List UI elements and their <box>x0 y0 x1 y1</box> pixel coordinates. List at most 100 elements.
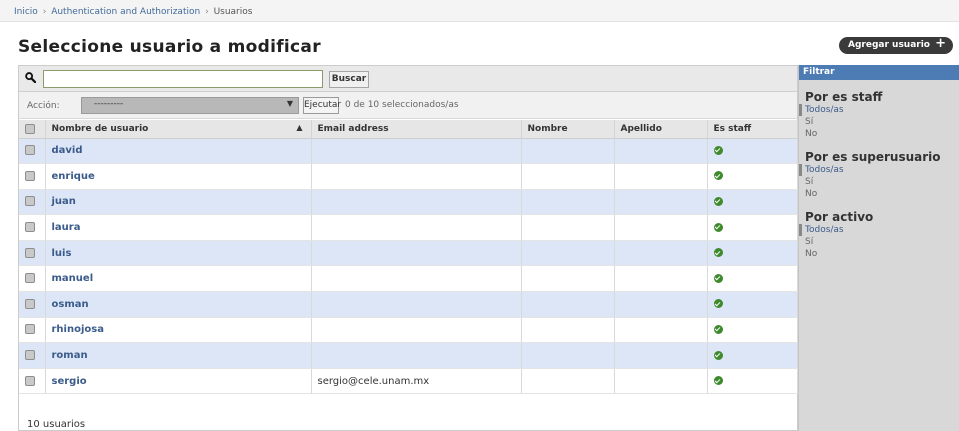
table-row: david <box>19 138 798 165</box>
filter-option-yes[interactable]: Sí <box>805 176 959 188</box>
first-name-cell <box>521 138 615 165</box>
plus-icon: + <box>935 36 946 51</box>
username-link[interactable]: manuel <box>45 265 312 293</box>
filter-group-superuser: Por es superusuario Todos/as Sí No <box>799 150 959 200</box>
filter-option-no[interactable]: No <box>805 188 959 200</box>
row-checkbox[interactable] <box>25 298 35 309</box>
first-name-cell <box>521 317 615 344</box>
email-cell <box>311 240 522 267</box>
row-select-cell <box>19 317 46 344</box>
row-checkbox[interactable] <box>25 247 35 258</box>
filter-option-no[interactable]: No <box>805 248 959 260</box>
check-icon <box>713 248 723 258</box>
last-name-cell <box>614 138 708 165</box>
breadcrumb-app-link[interactable]: Authentication and Authorization <box>51 7 200 17</box>
row-select-cell <box>19 240 46 267</box>
first-name-cell <box>521 214 615 241</box>
is-staff-cell <box>707 163 798 190</box>
email-cell <box>311 138 522 165</box>
username-link[interactable]: roman <box>45 342 312 369</box>
changelist: Buscar Acción: --------- ▼ Ejecutar 0 de… <box>18 65 798 431</box>
search-button[interactable]: Buscar <box>329 71 369 88</box>
username-link[interactable]: enrique <box>45 163 312 190</box>
username-link[interactable]: rhinojosa <box>45 317 312 344</box>
check-icon <box>713 222 723 232</box>
row-checkbox[interactable] <box>25 170 35 181</box>
table-row: sergio sergio@cele.unam.mx <box>19 368 798 395</box>
breadcrumb-current: Usuarios <box>213 7 253 17</box>
first-name-cell <box>521 368 615 395</box>
actions-bar: Acción: --------- ▼ Ejecutar 0 de 10 sel… <box>19 92 797 119</box>
row-checkbox[interactable] <box>25 375 35 386</box>
column-header-is-staff[interactable]: Es staff <box>707 120 798 139</box>
filter-option-yes[interactable]: Sí <box>805 236 959 248</box>
row-checkbox[interactable] <box>25 350 35 361</box>
first-name-cell <box>521 163 615 190</box>
search-icon <box>25 72 36 83</box>
filter-group-active: Por activo Todos/as Sí No <box>799 210 959 260</box>
action-select[interactable]: --------- ▼ <box>81 97 299 114</box>
table-row: osman <box>19 291 798 318</box>
column-header-label: Nombre de usuario <box>51 123 149 134</box>
add-user-button[interactable]: Agregar usuario + <box>839 36 953 54</box>
filter-title: Por es staff <box>805 90 883 104</box>
row-checkbox[interactable] <box>25 145 35 156</box>
is-staff-cell <box>707 214 798 241</box>
add-user-label: Agregar usuario <box>848 40 930 50</box>
first-name-cell <box>521 189 615 216</box>
column-header-email[interactable]: Email address <box>311 120 522 139</box>
table-row: rhinojosa <box>19 317 798 344</box>
check-icon <box>713 324 723 334</box>
select-all-header <box>19 120 46 139</box>
column-header-last-name[interactable]: Apellido <box>614 120 708 139</box>
username-link[interactable]: laura <box>45 214 312 241</box>
row-select-cell <box>19 342 46 369</box>
username-link[interactable]: juan <box>45 189 312 216</box>
dropdown-arrow-icon: ▼ <box>286 99 293 108</box>
last-name-cell <box>614 240 708 267</box>
search-input[interactable] <box>43 70 323 88</box>
sort-ascending-icon[interactable]: ▲ <box>296 123 302 132</box>
table-row: roman <box>19 342 798 369</box>
row-checkbox[interactable] <box>25 324 35 335</box>
username-link[interactable]: david <box>45 138 312 165</box>
filter-header: Filtrar <box>799 65 959 80</box>
filter-option-yes[interactable]: Sí <box>805 116 959 128</box>
username-link[interactable]: osman <box>45 291 312 318</box>
email-cell <box>311 189 522 216</box>
last-name-cell <box>614 163 708 190</box>
last-name-cell <box>614 189 708 216</box>
row-select-cell <box>19 368 46 395</box>
row-checkbox[interactable] <box>25 273 35 284</box>
breadcrumb-home-link[interactable]: Inicio <box>14 7 38 17</box>
filter-option-all[interactable]: Todos/as <box>799 164 959 176</box>
username-link[interactable]: sergio <box>45 368 312 395</box>
filter-option-no[interactable]: No <box>805 128 959 140</box>
check-icon <box>713 273 723 283</box>
table-row: juan <box>19 189 798 216</box>
email-cell: sergio@cele.unam.mx <box>311 368 522 395</box>
filter-option-all[interactable]: Todos/as <box>799 104 959 116</box>
is-staff-cell <box>707 342 798 369</box>
email-cell <box>311 265 522 293</box>
column-header-first-name[interactable]: Nombre <box>521 120 615 139</box>
email-cell <box>311 342 522 369</box>
is-staff-cell <box>707 368 798 395</box>
execute-button[interactable]: Ejecutar <box>303 97 341 114</box>
row-checkbox[interactable] <box>25 222 35 233</box>
filter-title: Por es superusuario <box>805 150 941 164</box>
filter-title: Por activo <box>805 210 874 224</box>
row-select-cell <box>19 265 46 293</box>
username-link[interactable]: luis <box>45 240 312 267</box>
last-name-cell <box>614 317 708 344</box>
row-checkbox[interactable] <box>25 196 35 207</box>
column-header-label: Email address <box>317 123 389 134</box>
select-all-checkbox[interactable] <box>25 123 35 134</box>
column-header-username[interactable]: Nombre de usuario ▲ <box>45 120 312 139</box>
is-staff-cell <box>707 189 798 216</box>
row-select-cell <box>19 163 46 190</box>
row-select-cell <box>19 291 46 318</box>
filter-option-all[interactable]: Todos/as <box>799 224 959 236</box>
breadcrumb-separator: › <box>205 7 209 17</box>
results-table: Nombre de usuario ▲ Email address Nombre … <box>19 120 798 395</box>
